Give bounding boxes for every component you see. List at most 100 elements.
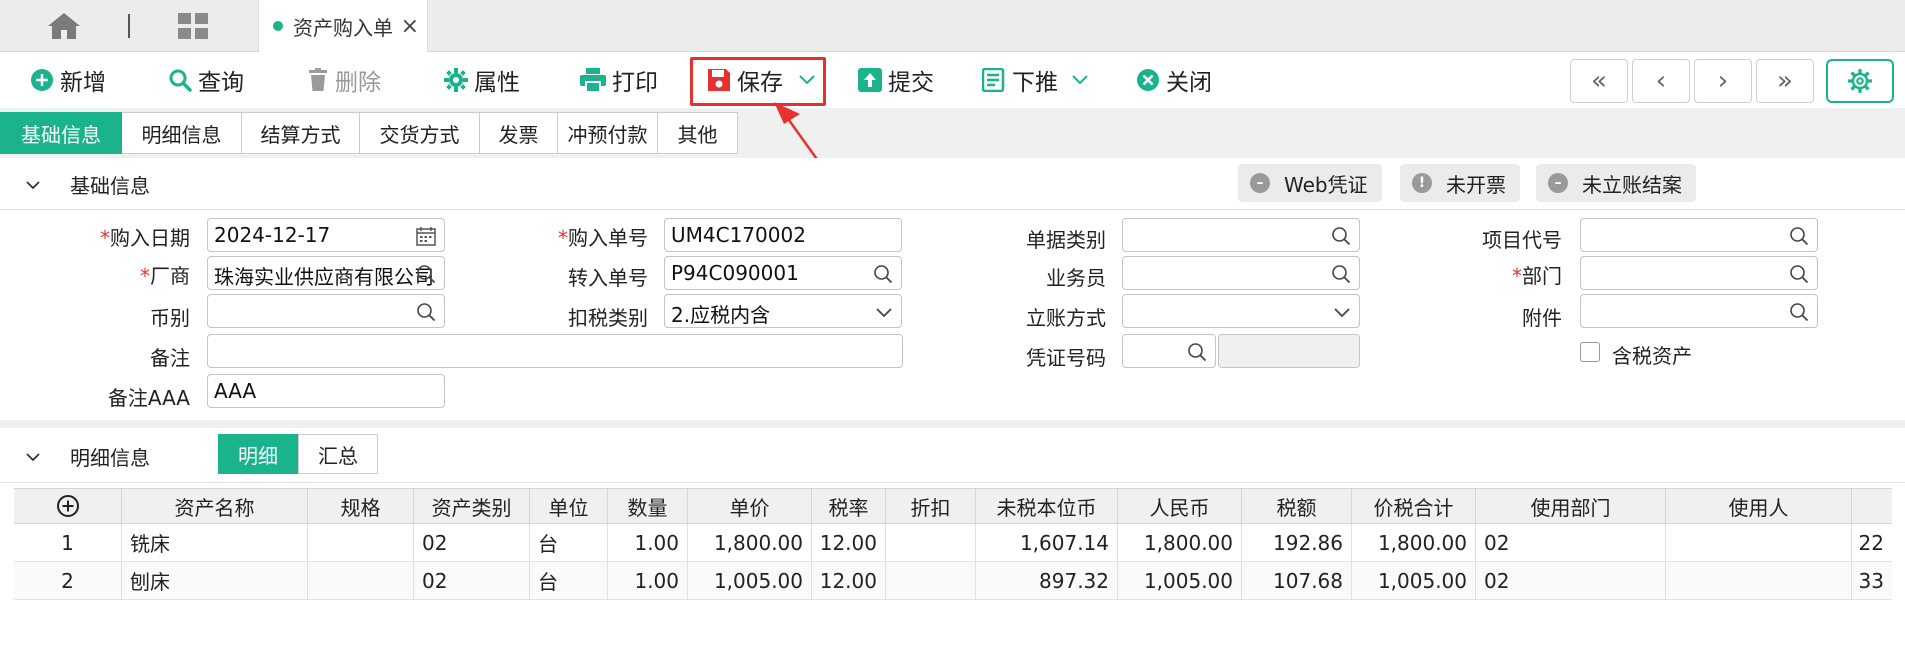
cell-use-dept[interactable]: 02 xyxy=(1476,562,1666,599)
col-asset-category[interactable]: 资产类别 xyxy=(414,489,530,523)
col-rmb[interactable]: 人民币 xyxy=(1118,489,1242,523)
search-icon[interactable] xyxy=(1789,264,1809,284)
cell-total[interactable]: 1,005.00 xyxy=(1352,562,1476,599)
subtab-settlement[interactable]: 结算方式 xyxy=(242,112,360,154)
cell-extra[interactable]: 33 xyxy=(1852,562,1892,599)
tax-asset-checkbox[interactable] xyxy=(1580,342,1600,362)
search-icon[interactable] xyxy=(873,264,893,284)
tab-asset-purchase[interactable]: 资产购入单 × xyxy=(258,0,428,52)
cell-asset-category[interactable]: 02 xyxy=(414,524,530,561)
cell-rmb[interactable]: 1,800.00 xyxy=(1118,524,1242,561)
col-asset-name[interactable]: 资产名称 xyxy=(122,489,308,523)
print-button[interactable]: 打印 xyxy=(580,60,658,100)
cell-user[interactable] xyxy=(1666,562,1852,599)
cell-unit-price[interactable]: 1,005.00 xyxy=(688,562,812,599)
col-spec[interactable]: 规格 xyxy=(308,489,414,523)
purchase-no-field[interactable]: UM4C170002 xyxy=(664,218,902,252)
search-icon[interactable] xyxy=(1331,264,1351,284)
col-tax-amount[interactable]: 税额 xyxy=(1242,489,1352,523)
cell-asset-name[interactable]: 铣床 xyxy=(122,524,308,561)
purchase-date-field[interactable]: 2024-12-17 xyxy=(207,218,445,252)
col-user[interactable]: 使用人 xyxy=(1666,489,1852,523)
account-method-select[interactable] xyxy=(1122,294,1360,328)
first-record-button[interactable]: « xyxy=(1570,59,1628,103)
subtab-delivery[interactable]: 交货方式 xyxy=(360,112,480,154)
cell-asset-name[interactable]: 刨床 xyxy=(122,562,308,599)
push-down-button[interactable]: 下推 xyxy=(982,60,1094,100)
search-icon[interactable] xyxy=(1789,226,1809,246)
col-untaxed-base[interactable]: 未税本位币 xyxy=(976,489,1118,523)
subtab-invoice[interactable]: 发票 xyxy=(480,112,558,154)
cell-untaxed-base[interactable]: 897.32 xyxy=(976,562,1118,599)
chevron-down-icon[interactable] xyxy=(875,302,893,322)
cell-quantity[interactable]: 1.00 xyxy=(608,562,688,599)
remark-field[interactable] xyxy=(207,334,903,368)
cell-user[interactable] xyxy=(1666,524,1852,561)
previous-record-button[interactable]: ‹ xyxy=(1632,59,1690,103)
close-button[interactable]: 关闭 xyxy=(1136,60,1212,100)
search-icon[interactable] xyxy=(416,264,436,284)
close-tab-icon[interactable]: × xyxy=(401,14,419,39)
cell-rmb[interactable]: 1,005.00 xyxy=(1118,562,1242,599)
col-total[interactable]: 价税合计 xyxy=(1352,489,1476,523)
cell-extra[interactable]: 22 xyxy=(1852,524,1892,561)
doc-type-field[interactable] xyxy=(1122,218,1360,252)
submit-button[interactable]: 提交 xyxy=(858,60,934,100)
chevron-down-icon[interactable] xyxy=(1333,302,1351,322)
chevron-down-icon[interactable] xyxy=(1072,75,1088,85)
col-discount[interactable]: 折扣 xyxy=(886,489,976,523)
cell-tax-rate[interactable]: 12.00 xyxy=(812,562,886,599)
search-icon[interactable] xyxy=(416,302,436,322)
remark-aaa-field[interactable]: AAA xyxy=(207,374,445,408)
grid-apps-icon[interactable] xyxy=(176,12,210,40)
cell-quantity[interactable]: 1.00 xyxy=(608,524,688,561)
col-unit-price[interactable]: 单价 xyxy=(688,489,812,523)
cell-unit[interactable]: 台 xyxy=(530,562,608,599)
cell-unit[interactable]: 台 xyxy=(530,524,608,561)
cell-tax-amount[interactable]: 192.86 xyxy=(1242,524,1352,561)
cell-unit-price[interactable]: 1,800.00 xyxy=(688,524,812,561)
calendar-icon[interactable] xyxy=(416,226,436,246)
tax-type-select[interactable]: 2.应税内含 xyxy=(664,294,902,328)
col-unit[interactable]: 单位 xyxy=(530,489,608,523)
vendor-field[interactable]: 珠海实业供应商有限公司 xyxy=(207,256,445,290)
col-quantity[interactable]: 数量 xyxy=(608,489,688,523)
salesman-field[interactable] xyxy=(1122,256,1360,290)
cell-discount[interactable] xyxy=(886,562,976,599)
subtab-basic-info[interactable]: 基础信息 xyxy=(0,112,122,154)
properties-button[interactable]: 属性 xyxy=(444,60,520,100)
cell-discount[interactable] xyxy=(886,524,976,561)
not-invoiced-badge[interactable]: ! 未开票 xyxy=(1400,164,1520,202)
cell-asset-category[interactable]: 02 xyxy=(414,562,530,599)
settings-button[interactable] xyxy=(1826,59,1894,103)
cell-use-dept[interactable]: 02 xyxy=(1476,524,1666,561)
delete-button[interactable]: 删除 xyxy=(307,60,381,100)
project-code-field[interactable] xyxy=(1580,218,1818,252)
home-icon[interactable] xyxy=(46,11,82,41)
transfer-no-field[interactable]: P94C090001 xyxy=(664,256,902,290)
col-tax-rate[interactable]: 税率 xyxy=(812,489,886,523)
web-voucher-badge[interactable]: – Web凭证 xyxy=(1238,164,1382,202)
cell-total[interactable]: 1,800.00 xyxy=(1352,524,1476,561)
department-field[interactable] xyxy=(1580,256,1818,290)
attachment-field[interactable] xyxy=(1580,294,1818,328)
basic-info-header[interactable]: 基础信息 xyxy=(26,170,150,199)
query-button[interactable]: 查询 xyxy=(168,60,244,100)
last-record-button[interactable]: » xyxy=(1756,59,1814,103)
currency-field[interactable] xyxy=(207,294,445,328)
voucher-no-field[interactable] xyxy=(1122,334,1216,368)
add-button[interactable]: 新增 xyxy=(30,60,106,100)
summary-view-button[interactable]: 汇总 xyxy=(298,434,378,474)
add-row-button[interactable] xyxy=(14,489,122,523)
search-icon[interactable] xyxy=(1789,302,1809,322)
detail-info-header[interactable]: 明细信息 xyxy=(26,442,150,471)
table-row[interactable]: 2 刨床 02 台 1.00 1,005.00 12.00 897.32 1,0… xyxy=(14,562,1892,600)
subtab-other[interactable]: 其他 xyxy=(658,112,738,154)
search-icon[interactable] xyxy=(1187,342,1207,362)
search-icon[interactable] xyxy=(1331,226,1351,246)
subtab-detail-info[interactable]: 明细信息 xyxy=(122,112,242,154)
next-record-button[interactable]: › xyxy=(1694,59,1752,103)
cell-spec[interactable] xyxy=(308,562,414,599)
not-closed-badge[interactable]: – 未立账结案 xyxy=(1536,164,1696,202)
table-row[interactable]: 1 铣床 02 台 1.00 1,800.00 12.00 1,607.14 1… xyxy=(14,524,1892,562)
